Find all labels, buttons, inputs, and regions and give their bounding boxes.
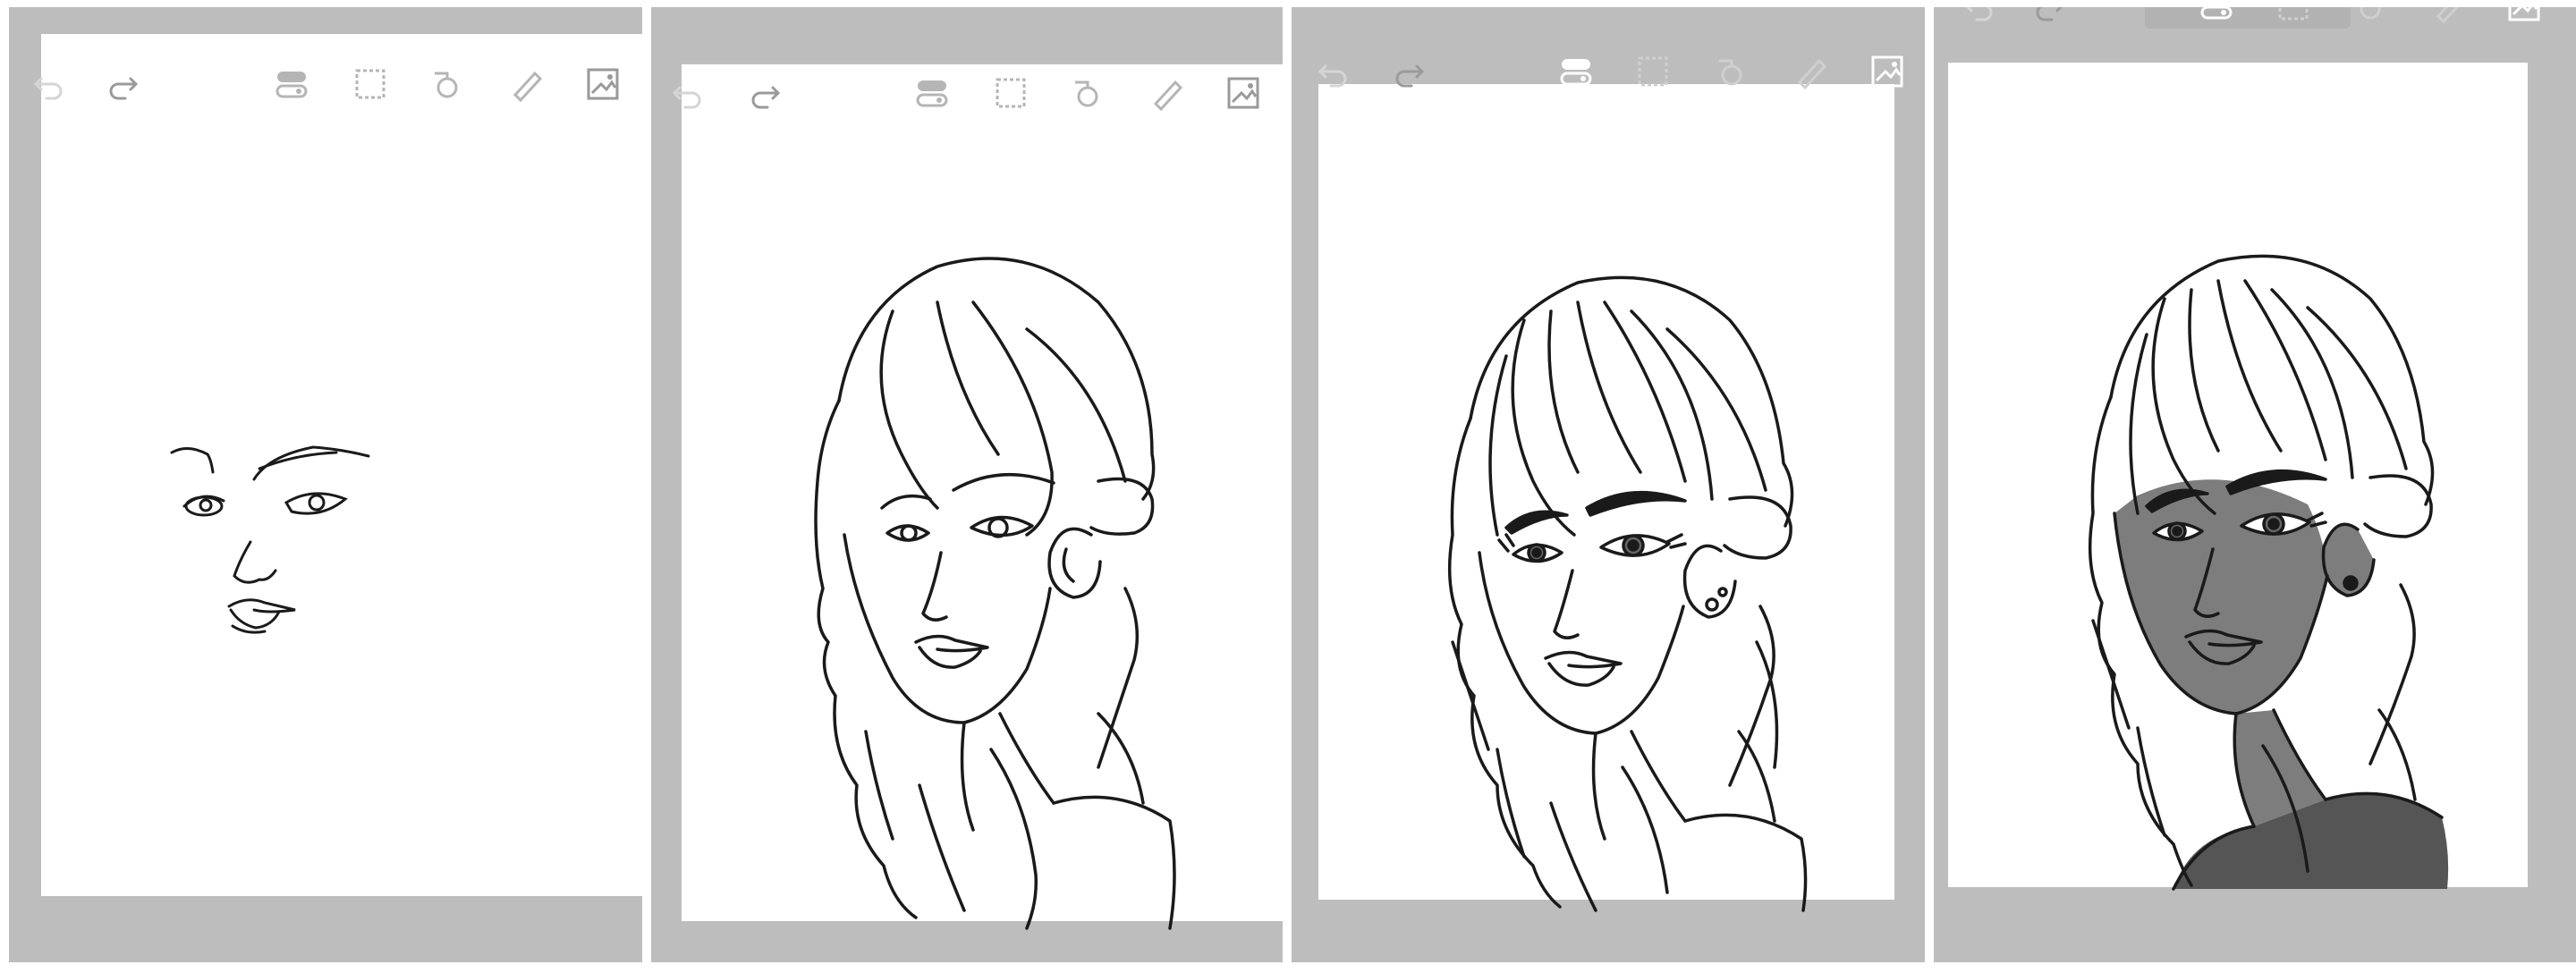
portrait-inked-stage3 (1399, 267, 1810, 912)
layer-toggle-icon[interactable] (1558, 54, 1594, 89)
undo-icon[interactable] (1961, 7, 1996, 23)
step-panel-4 (1934, 7, 2576, 962)
gallery-icon[interactable] (585, 66, 621, 102)
undo-icon[interactable] (669, 75, 705, 111)
redo-icon[interactable] (1392, 54, 1428, 89)
step-panel-1 (9, 7, 642, 962)
gallery-icon[interactable] (1869, 54, 1905, 89)
layer-toggle-icon[interactable] (2199, 7, 2234, 23)
layer-toggle-icon[interactable] (914, 75, 950, 111)
portrait-lineart-stage2 (758, 249, 1176, 930)
transform-icon[interactable] (1070, 75, 1106, 111)
gallery-icon[interactable] (1225, 75, 1261, 111)
panel-divider (1283, 7, 1286, 962)
redo-icon[interactable] (748, 75, 784, 111)
transform-icon[interactable] (1714, 54, 1750, 89)
app-toolbar (651, 75, 1283, 129)
selection-icon[interactable] (352, 66, 388, 102)
step-panel-3 (1292, 7, 1925, 962)
portrait-shaded-stage4 (2039, 245, 2451, 891)
app-toolbar (1292, 54, 1925, 107)
gallery-icon[interactable] (2506, 7, 2542, 23)
face-sketch-stage1 (161, 436, 385, 669)
undo-icon[interactable] (1315, 54, 1351, 89)
selection-icon[interactable] (993, 75, 1029, 111)
ruler-icon[interactable] (1792, 54, 1828, 89)
panel-divider (642, 7, 646, 962)
ruler-icon[interactable] (2431, 7, 2467, 23)
step-panel-2 (651, 7, 1283, 962)
selection-icon[interactable] (2275, 7, 2311, 23)
app-toolbar (1934, 7, 2576, 41)
undo-icon[interactable] (30, 66, 66, 102)
selection-icon[interactable] (1635, 54, 1671, 89)
redo-icon[interactable] (106, 66, 141, 102)
app-toolbar (9, 66, 642, 120)
layer-toggle-icon[interactable] (274, 66, 309, 102)
transform-icon[interactable] (429, 66, 465, 102)
redo-icon[interactable] (2032, 7, 2068, 23)
toolbar-group-background (2145, 7, 2351, 29)
ruler-icon[interactable] (1148, 75, 1184, 111)
panel-divider (1925, 7, 1928, 962)
transform-icon[interactable] (2352, 7, 2388, 23)
ruler-icon[interactable] (508, 66, 544, 102)
